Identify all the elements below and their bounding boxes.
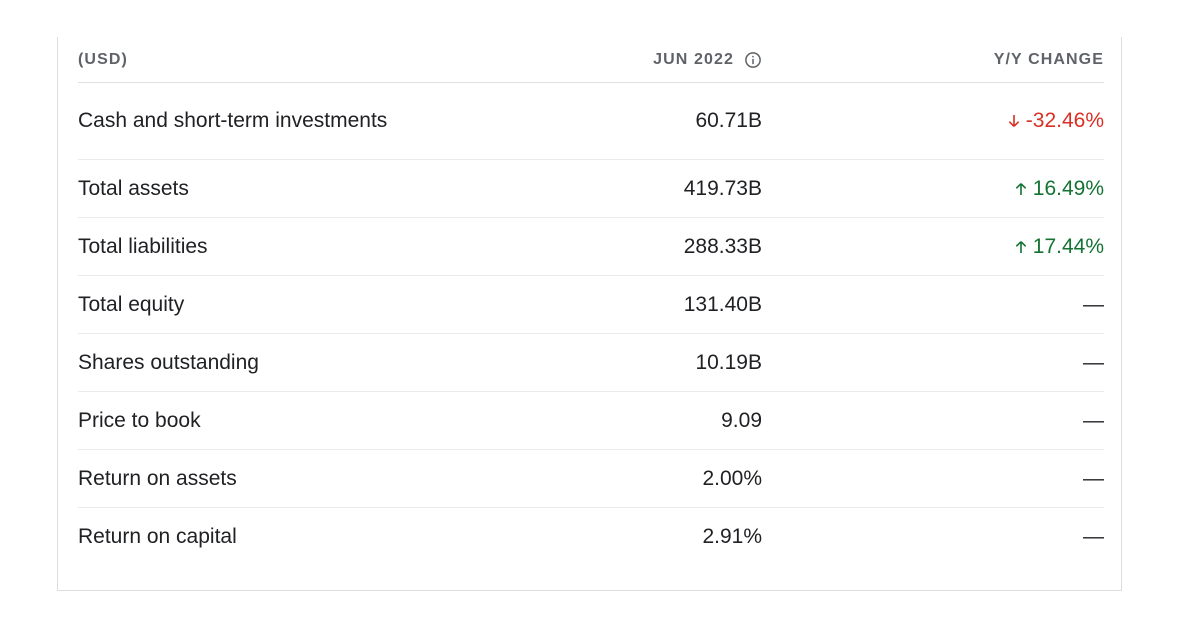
row-change: —	[1083, 525, 1104, 549]
row-label: Total assets	[78, 176, 189, 200]
table-row: Return on assets 2.00% —	[78, 450, 1104, 508]
row-value: 2.91%	[702, 525, 762, 548]
table-row: Price to book 9.09 —	[78, 392, 1104, 450]
row-change-text: —	[1083, 525, 1104, 548]
row-change-text: 16.49%	[1032, 176, 1104, 200]
row-change: —	[1083, 293, 1104, 317]
row-change: 17.44%	[1013, 235, 1104, 259]
change-header: Y/Y CHANGE	[993, 50, 1104, 68]
row-label: Total equity	[78, 292, 185, 316]
period-header-label: JUN 2022	[653, 50, 734, 68]
currency-header: (USD)	[78, 50, 128, 68]
row-value: 2.00%	[702, 466, 762, 490]
row-change: —	[1083, 351, 1104, 375]
table-row: Return on capital 2.91% —	[78, 508, 1104, 566]
row-change: —	[1083, 409, 1104, 433]
row-value: 131.40B	[683, 292, 762, 316]
table-header-row: (USD) JUN 2022 Y/Y CHANGE	[78, 37, 1104, 83]
row-value: 9.09	[721, 408, 762, 432]
row-change: -32.46%	[1006, 109, 1104, 133]
row-change-text: —	[1083, 350, 1104, 374]
row-change-text: —	[1083, 408, 1104, 432]
balance-sheet-panel: (USD) JUN 2022 Y/Y CHANGE Cash and short…	[57, 37, 1122, 591]
arrow-down-icon	[1008, 115, 1020, 127]
period-header: JUN 2022	[653, 51, 762, 69]
table-row: Total equity 131.40B —	[78, 276, 1104, 334]
row-change: 16.49%	[1013, 177, 1104, 201]
table-row: Total liabilities 288.33B 17.44%	[78, 218, 1104, 276]
row-change-text: -32.46%	[1025, 109, 1104, 132]
table-body: Cash and short-term investments 60.71B -32…	[78, 83, 1104, 566]
row-change-text: —	[1083, 292, 1104, 316]
row-value: 288.33B	[683, 234, 762, 258]
row-change: —	[1083, 467, 1104, 491]
info-circle-icon[interactable]	[744, 51, 762, 69]
row-change-text: 17.44%	[1032, 234, 1104, 258]
table-row: Shares outstanding 10.19B —	[78, 334, 1104, 392]
balance-sheet-table: (USD) JUN 2022 Y/Y CHANGE Cash and short…	[78, 37, 1104, 566]
row-value: 60.71B	[695, 109, 762, 132]
row-label: Cash and short-term investments	[78, 109, 388, 132]
row-label: Shares outstanding	[78, 350, 259, 374]
row-value: 419.73B	[683, 176, 762, 200]
row-label: Return on assets	[78, 466, 237, 490]
row-label: Return on capital	[78, 525, 237, 548]
table-row: Cash and short-term investments 60.71B -32…	[78, 83, 1104, 160]
table-row: Total assets 419.73B 16.49%	[78, 160, 1104, 218]
arrow-up-icon	[1015, 182, 1026, 195]
arrow-up-icon	[1015, 240, 1026, 253]
row-label: Total liabilities	[78, 234, 208, 258]
row-change-text: —	[1083, 466, 1104, 490]
row-value: 10.19B	[695, 350, 762, 374]
row-label: Price to book	[78, 408, 201, 432]
